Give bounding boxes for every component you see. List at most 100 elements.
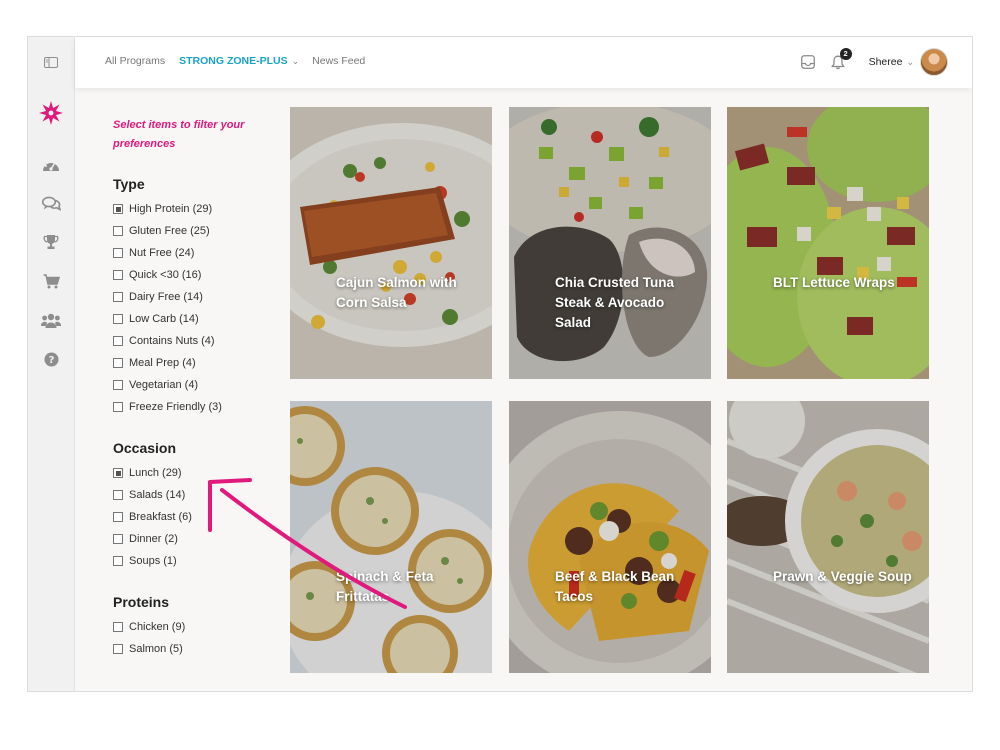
filter-checkbox[interactable]: [113, 556, 123, 566]
filter-option[interactable]: High Protein (29): [113, 198, 273, 220]
filter-option-label: Breakfast (6): [129, 511, 192, 523]
filter-option[interactable]: Contains Nuts (4): [113, 330, 273, 352]
recipe-photo: [509, 401, 711, 673]
filter-option-label: Chicken (9): [129, 621, 186, 633]
recipe-title: Spinach & Feta Frittatas: [336, 569, 434, 604]
filter-checkbox[interactable]: [113, 622, 123, 632]
filter-checkbox[interactable]: [113, 380, 123, 390]
filter-option[interactable]: Dairy Free (14): [113, 286, 273, 308]
chat-bubbles-icon[interactable]: [28, 191, 74, 215]
filter-checkbox[interactable]: [113, 490, 123, 500]
recipe-card-cajun-salmon[interactable]: Cajun Salmon with Corn Salsa: [290, 107, 492, 379]
filter-option-label: Soups (1): [129, 555, 177, 567]
svg-text:?: ?: [48, 355, 54, 366]
filter-option-label: Lunch (29): [129, 467, 182, 479]
recipe-card-partial[interactable]: [727, 691, 929, 692]
filter-checkbox[interactable]: [113, 358, 123, 368]
filter-option-label: Nut Free (24): [129, 247, 195, 259]
filter-option[interactable]: Breakfast (6): [113, 506, 273, 528]
recipe-photo: [509, 107, 711, 379]
dashboard-gauge-icon[interactable]: [28, 153, 74, 177]
filter-group-title: Occasion: [113, 440, 177, 456]
filter-option-label: Dairy Free (14): [129, 291, 203, 303]
sidebar-toggle-icon[interactable]: [28, 50, 74, 74]
filter-checkbox[interactable]: [113, 402, 123, 412]
filter-checkbox[interactable]: [113, 226, 123, 236]
filter-option[interactable]: Nut Free (24): [113, 242, 273, 264]
notification-count-badge: 2: [839, 47, 852, 60]
filter-checkbox[interactable]: [113, 534, 123, 544]
filter-option[interactable]: Chicken (9): [113, 616, 273, 638]
recipe-title: Prawn & Veggie Soup: [773, 569, 912, 584]
filter-group-proteins: Proteins Chicken (9) Salmon (5): [113, 594, 273, 660]
filter-option[interactable]: Quick <30 (16): [113, 264, 273, 286]
filter-option[interactable]: Meal Prep (4): [113, 352, 273, 374]
recipe-title: Chia Crusted Tuna Steak & Avocado Salad: [555, 275, 675, 330]
recipe-card-prawn-soup[interactable]: Prawn & Veggie Soup: [727, 401, 929, 673]
filter-option[interactable]: Low Carb (14): [113, 308, 273, 330]
filter-option-label: Low Carb (14): [129, 313, 199, 325]
filter-checkbox[interactable]: [113, 204, 123, 214]
filter-option[interactable]: Lunch (29): [113, 462, 273, 484]
recipe-photo: [727, 107, 929, 379]
recipe-card-blt-wraps[interactable]: BLT Lettuce Wraps: [727, 107, 929, 379]
filter-option[interactable]: Vegetarian (4): [113, 374, 273, 396]
filter-option-label: High Protein (29): [129, 203, 213, 215]
filter-option-label: Meal Prep (4): [129, 357, 196, 369]
filter-option-label: Dinner (2): [129, 533, 178, 545]
user-menu-name[interactable]: Sheree: [869, 56, 903, 68]
filter-option[interactable]: Salads (14): [113, 484, 273, 506]
inbox-icon[interactable]: [800, 55, 815, 69]
user-menu-chevron-icon[interactable]: ⌄: [906, 57, 914, 68]
filter-option-label: Freeze Friendly (3): [129, 401, 222, 413]
filter-option[interactable]: Dinner (2): [113, 528, 273, 550]
filter-group-title: Type: [113, 176, 145, 192]
filter-checkbox[interactable]: [113, 644, 123, 654]
recipe-title: Cajun Salmon with Corn Salsa: [336, 275, 457, 310]
recipe-photo: [290, 107, 492, 379]
chevron-down-icon[interactable]: ⌄: [292, 56, 300, 67]
filter-panel: Select items to filter your preferences …: [113, 116, 273, 660]
filter-option[interactable]: Salmon (5): [113, 638, 273, 660]
news-feed-link[interactable]: News Feed: [312, 55, 365, 67]
all-programs-link[interactable]: All Programs: [105, 55, 165, 67]
notification-bell[interactable]: 2: [830, 47, 852, 70]
recipe-card-chia-tuna[interactable]: Chia Crusted Tuna Steak & Avocado Salad: [509, 107, 711, 379]
recipe-photo: [727, 401, 929, 673]
brand-logo-icon[interactable]: [28, 99, 74, 127]
recipe-card-partial[interactable]: [290, 691, 492, 692]
filter-group-title: Proteins: [113, 594, 170, 610]
filter-checkbox[interactable]: [113, 314, 123, 324]
recipe-card-spinach-feta[interactable]: Spinach & Feta Frittatas: [290, 401, 492, 673]
users-icon[interactable]: [28, 308, 74, 332]
cart-icon[interactable]: [28, 269, 74, 293]
filter-checkbox[interactable]: [113, 292, 123, 302]
filter-hint: Select items to filter your preferences: [113, 119, 245, 150]
avatar[interactable]: [920, 48, 948, 76]
filter-checkbox[interactable]: [113, 270, 123, 280]
filter-option[interactable]: Gluten Free (25): [113, 220, 273, 242]
filter-option[interactable]: Freeze Friendly (3): [113, 396, 273, 418]
filter-option-label: Salmon (5): [129, 643, 183, 655]
app-window: ? All Programs STRONG ZONE-PLUS ⌄ News F…: [27, 36, 973, 692]
filter-checkbox[interactable]: [113, 468, 123, 478]
filter-option-label: Gluten Free (25): [129, 225, 210, 237]
recipe-photo: [290, 401, 492, 673]
trophy-icon[interactable]: [28, 230, 74, 254]
filter-option-label: Salads (14): [129, 489, 186, 501]
filter-checkbox[interactable]: [113, 336, 123, 346]
recipe-title: BLT Lettuce Wraps: [773, 275, 895, 290]
top-bar: All Programs STRONG ZONE-PLUS ⌄ News Fee…: [75, 37, 972, 88]
recipe-card-partial[interactable]: [509, 691, 711, 692]
filter-group-occasion: Occasion Lunch (29) Salads (14) Breakfast (…: [113, 440, 273, 572]
top-bar-actions: 2 Sheree ⌄: [800, 47, 948, 76]
filter-option-label: Quick <30 (16): [129, 269, 202, 281]
filter-option-label: Vegetarian (4): [129, 379, 199, 391]
help-icon[interactable]: ?: [28, 347, 74, 371]
program-selector[interactable]: STRONG ZONE-PLUS: [179, 55, 288, 67]
recipe-title: Beef & Black Bean Tacos: [555, 569, 675, 604]
filter-checkbox[interactable]: [113, 248, 123, 258]
filter-checkbox[interactable]: [113, 512, 123, 522]
recipe-card-beef-tacos[interactable]: Beef & Black Bean Tacos: [509, 401, 711, 673]
filter-option[interactable]: Soups (1): [113, 550, 273, 572]
